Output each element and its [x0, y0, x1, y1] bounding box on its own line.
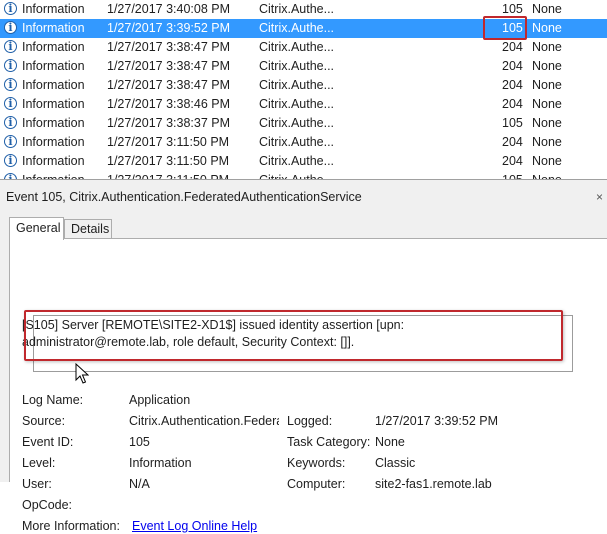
information-icon: [4, 40, 17, 53]
event-id-highlight-box: [483, 16, 527, 40]
event-id: 105: [502, 2, 523, 16]
event-task-category: None: [532, 78, 562, 92]
log-name-label: Log Name:: [22, 393, 84, 407]
information-icon: [4, 116, 17, 129]
user-label: User:: [22, 477, 52, 491]
event-id: 204: [502, 59, 523, 73]
information-icon: [4, 154, 17, 167]
source-label: Source:: [22, 414, 66, 428]
event-row[interactable]: Information1/27/2017 3:11:50 PMCitrix.Au…: [0, 171, 607, 179]
event-source: Citrix.Authe...: [259, 78, 335, 92]
information-icon: [4, 135, 17, 148]
event-date-time: 1/27/2017 3:38:37 PM: [107, 116, 231, 130]
event-row[interactable]: Information 1/27/2017 3:38:37 PM Citrix.Au…: [0, 114, 607, 133]
opcode-label: OpCode:: [22, 498, 73, 512]
event-date-time: 1/27/2017 3:38:47 PM: [107, 78, 231, 92]
event-log-online-help-link[interactable]: Event Log Online Help: [132, 519, 257, 534]
detail-title: Event 105, Citrix.Authentication.Federat…: [6, 190, 362, 204]
event-level: Information: [22, 135, 85, 149]
event-id: 105: [502, 116, 523, 130]
event-date-time: 1/27/2017 3:38:47 PM: [107, 59, 231, 73]
event-row[interactable]: Information 1/27/2017 3:38:47 PM Citrix.Au…: [0, 76, 607, 95]
event-task-category: None: [532, 21, 562, 35]
event-level: Information: [22, 154, 85, 168]
log-name-value: Application: [129, 393, 191, 407]
source-value: Citrix.Authentication.FederatedAuthentic…: [129, 414, 279, 428]
event-date-time: 1/27/2017 3:39:52 PM: [107, 21, 231, 35]
level-value: Information: [129, 456, 192, 470]
information-icon: [4, 2, 17, 15]
event-level: Information: [22, 59, 85, 73]
event-date-time: 1/27/2017 3:11:50 PM: [107, 135, 230, 149]
event-level: Information: [22, 78, 85, 92]
keywords-label: Keywords:: [287, 456, 346, 470]
event-row[interactable]: Information 1/27/2017 3:11:50 PM Citrix.Au…: [0, 133, 607, 152]
event-source: Citrix.Authe...: [259, 40, 335, 54]
event-detail-pane: Event 105, Citrix.Authentication.Federat…: [0, 179, 607, 533]
event-source: Citrix.Authe...: [259, 97, 335, 111]
event-id: 204: [502, 97, 523, 111]
event-source: Citrix.Authe...: [259, 2, 335, 16]
event-task-category: None: [532, 40, 562, 54]
message-highlight-box: [24, 310, 563, 361]
information-icon: [4, 78, 17, 91]
logged-label: Logged:: [287, 414, 333, 428]
event-row[interactable]: Information 1/27/2017 3:11:50 PM Citrix.Au…: [0, 152, 607, 171]
event-date-time: 1/27/2017 3:40:08 PM: [107, 2, 231, 16]
event-date-time: 1/27/2017 3:38:46 PM: [107, 97, 231, 111]
event-task-category: None: [532, 97, 562, 111]
task-category-label: Task Category:: [287, 435, 371, 449]
information-icon: [4, 21, 17, 34]
level-label: Level:: [22, 456, 56, 470]
computer-label: Computer:: [287, 477, 346, 491]
event-level: Information: [22, 40, 85, 54]
event-source: Citrix.Authe...: [259, 21, 335, 35]
event-source: Citrix.Authe...: [259, 154, 335, 168]
event-task-category: None: [532, 135, 562, 149]
mouse-cursor-icon: [75, 363, 89, 384]
event-source: Citrix.Authe...: [259, 116, 335, 130]
more-information-label: More Information:: [22, 519, 120, 533]
computer-value: site2-fas1.remote.lab: [375, 477, 492, 491]
event-level: Information: [22, 97, 85, 111]
event-date-time: 1/27/2017 3:38:47 PM: [107, 40, 231, 54]
tab-details[interactable]: Details: [64, 219, 112, 238]
information-icon: [4, 59, 17, 72]
information-icon: [4, 97, 17, 110]
user-value: N/A: [129, 477, 150, 491]
event-id: 204: [502, 154, 523, 168]
event-task-category: None: [532, 154, 562, 168]
event-row[interactable]: Information 1/27/2017 3:38:47 PM Citrix.Au…: [0, 57, 607, 76]
event-id-label: Event ID:: [22, 435, 74, 449]
event-id: 204: [502, 40, 523, 54]
event-id: 204: [502, 135, 523, 149]
event-id-value: 105: [129, 435, 150, 449]
event-level: Information: [22, 116, 85, 130]
keywords-value: Classic: [375, 456, 416, 470]
general-tab-body: [S105] Server [REMOTE\SITE2-XD1$] issued…: [9, 238, 607, 533]
event-source: Citrix.Authe...: [259, 59, 335, 73]
logged-value: 1/27/2017 3:39:52 PM: [375, 414, 499, 428]
event-level: Information: [22, 21, 85, 35]
event-id: 204: [502, 78, 523, 92]
task-category-value: None: [375, 435, 405, 449]
event-task-category: None: [532, 2, 562, 16]
event-task-category: None: [532, 116, 562, 130]
event-level: Information: [22, 2, 85, 16]
tab-general[interactable]: General: [9, 217, 64, 240]
event-date-time: 1/27/2017 3:11:50 PM: [107, 154, 230, 168]
event-row[interactable]: Information 1/27/2017 3:38:46 PM Citrix.Au…: [0, 95, 607, 114]
event-source: Citrix.Authe...: [259, 135, 335, 149]
event-task-category: None: [532, 59, 562, 73]
event-row[interactable]: Information 1/27/2017 3:38:47 PM Citrix.Au…: [0, 38, 607, 57]
close-icon[interactable]: ×: [596, 190, 603, 204]
